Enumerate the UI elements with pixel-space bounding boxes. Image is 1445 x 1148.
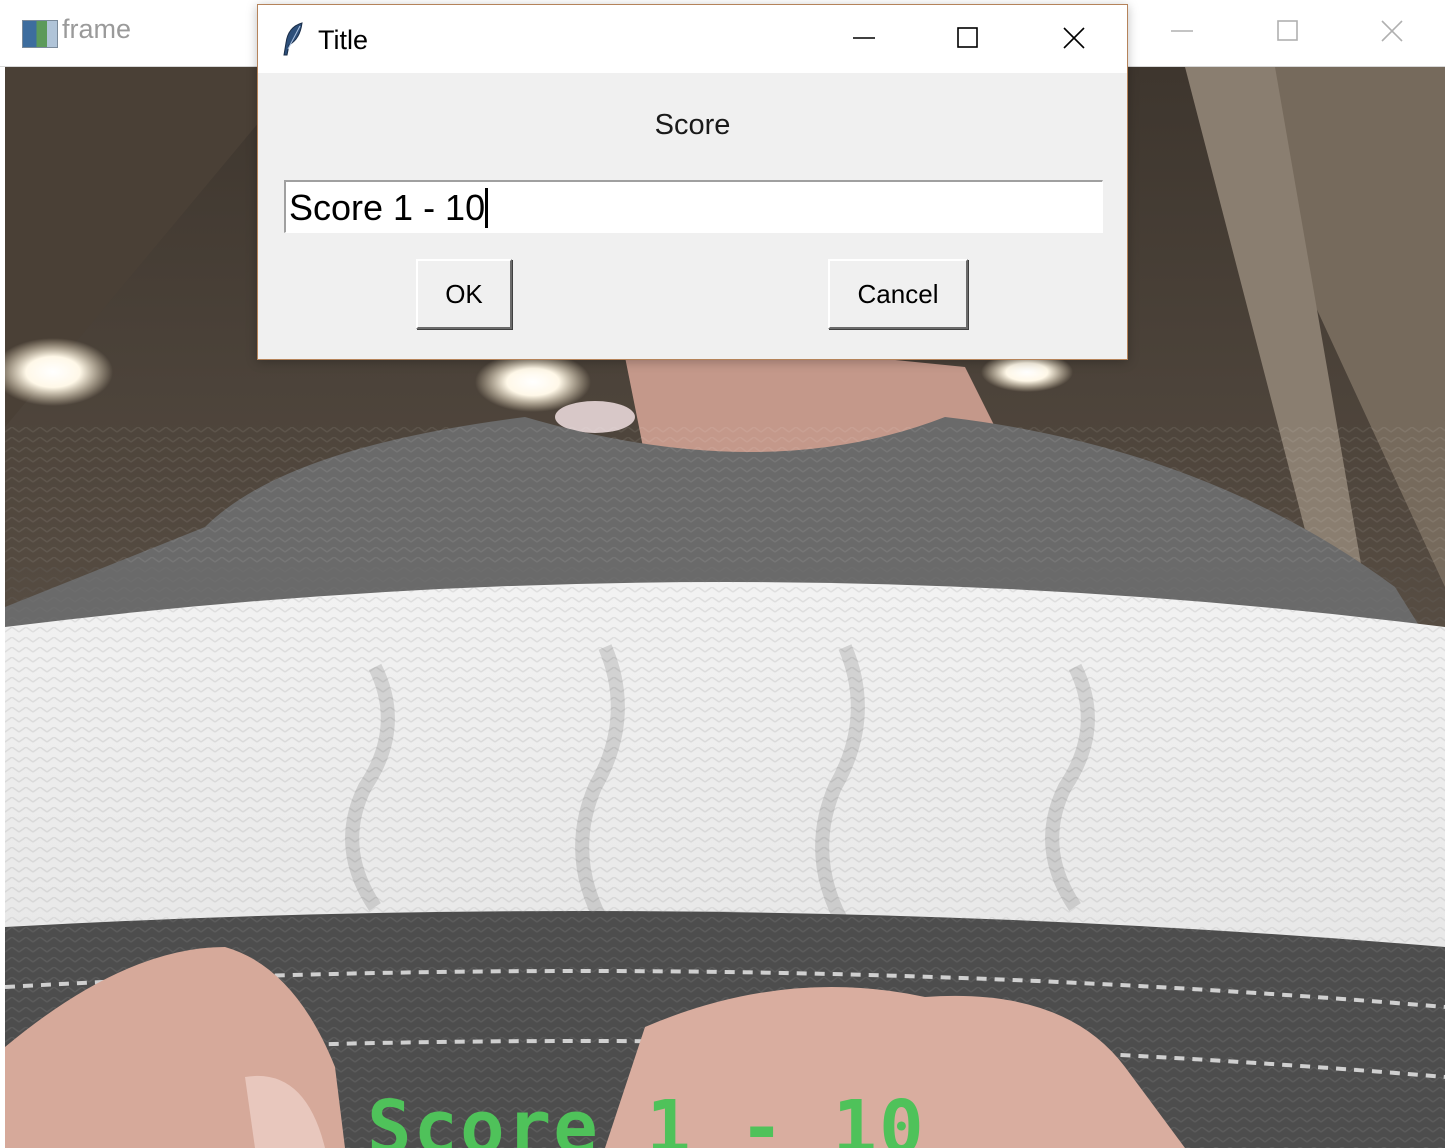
score-entry-value: Score 1 - 10 [289,187,489,229]
frame-minimize-button[interactable] [1152,8,1212,54]
frame-app-icon [22,20,58,48]
dialog-close-button[interactable] [1044,15,1104,61]
frame-close-button[interactable] [1362,8,1422,54]
tk-feather-icon [283,22,303,56]
score-dialog: Title Score Score 1 - 10 OK Cancel [257,4,1128,360]
camera-overlay-score-text: Score 1 - 10 [367,1085,926,1148]
close-icon [1063,27,1085,49]
maximize-icon [957,27,978,48]
cancel-button[interactable]: Cancel [828,259,968,329]
text-cursor [485,188,489,228]
entry-value-text: Score 1 - 10 [289,187,486,228]
dialog-prompt-label: Score [654,109,731,141]
close-icon [1381,20,1403,42]
frame-window-title: frame [62,14,132,44]
minimize-icon [1171,30,1193,32]
frame-maximize-button[interactable] [1258,8,1318,54]
score-entry-field[interactable]: Score 1 - 10 [284,180,1103,233]
maximize-icon [1277,20,1298,41]
dialog-maximize-button[interactable] [938,15,998,61]
minimize-icon [853,37,875,39]
ok-button[interactable]: OK [416,259,512,329]
dialog-titlebar[interactable]: Title [258,5,1127,73]
dialog-title: Title [318,25,369,55]
dialog-minimize-button[interactable] [834,15,894,61]
